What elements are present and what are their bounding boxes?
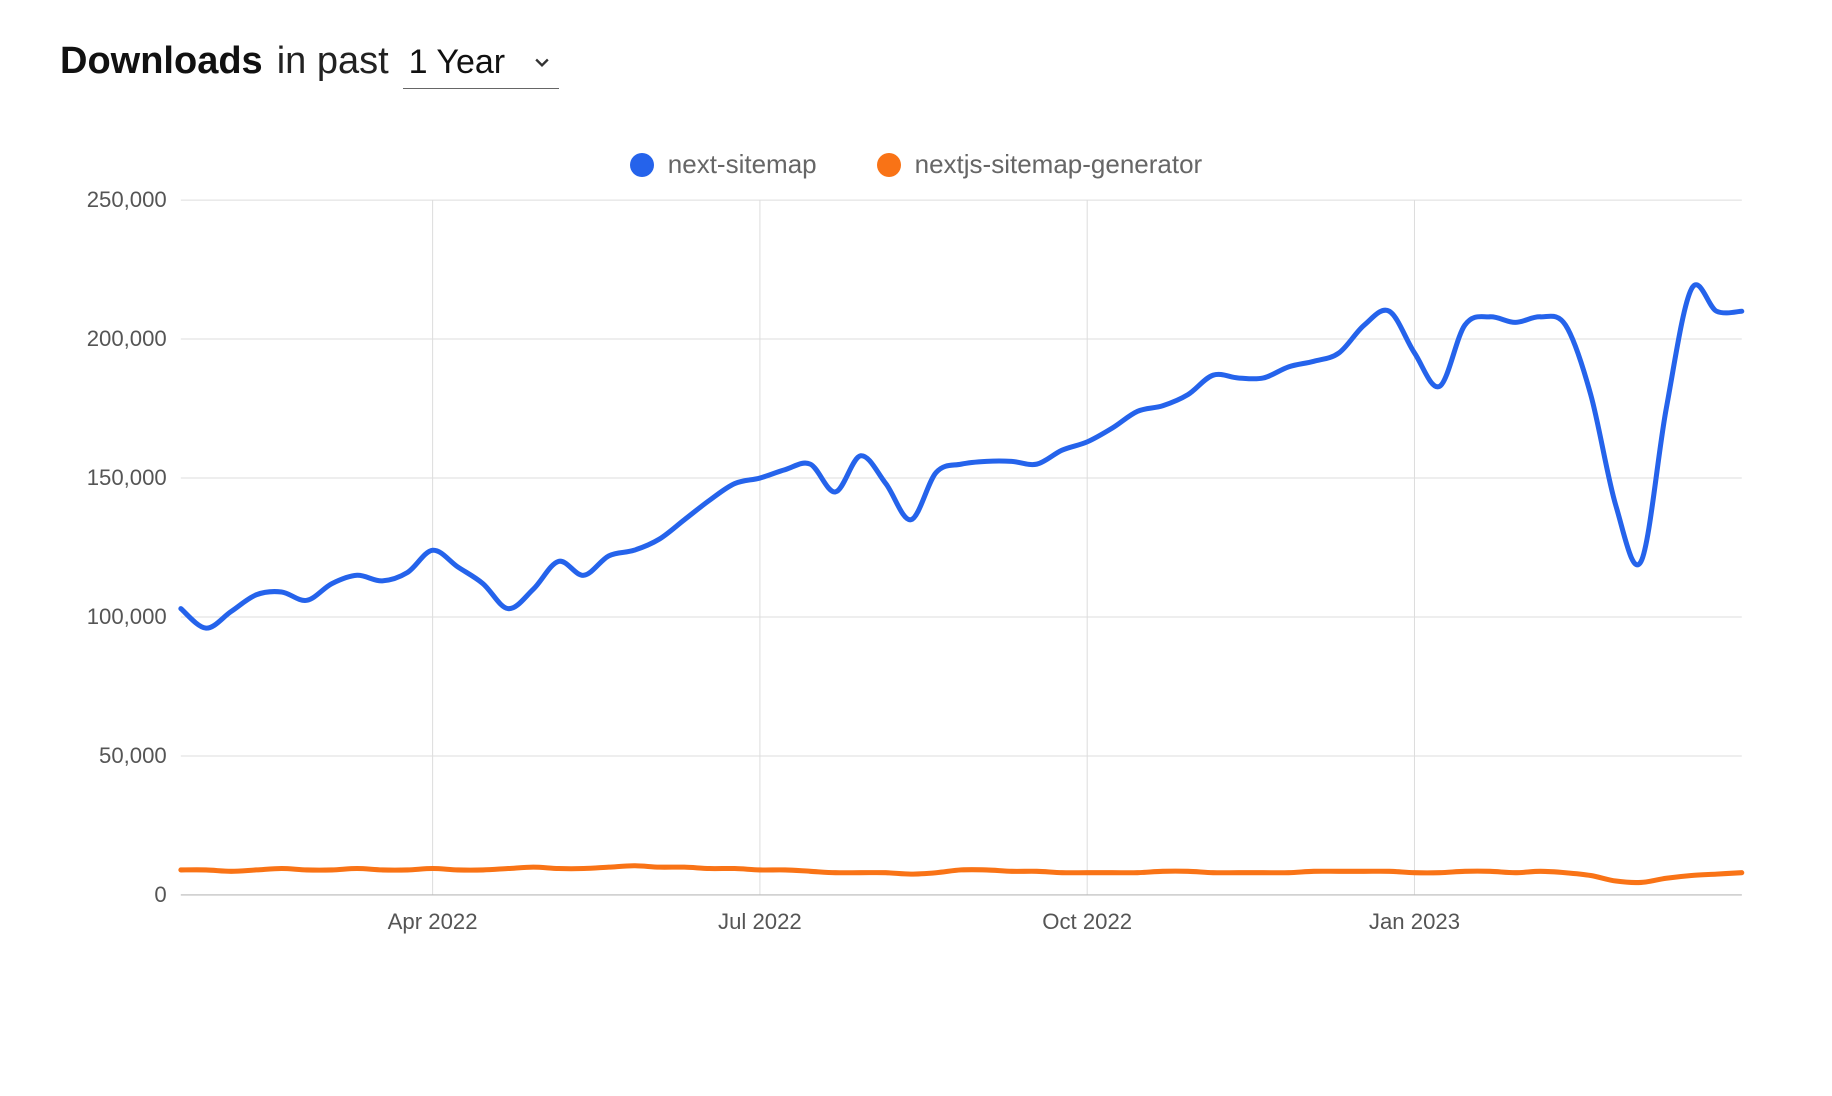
svg-text:0: 0: [154, 882, 166, 907]
svg-text:Apr 2022: Apr 2022: [388, 909, 478, 934]
title-light: in past: [277, 40, 389, 83]
period-select[interactable]: 1 Year: [403, 43, 559, 89]
svg-text:200,000: 200,000: [87, 326, 167, 351]
legend-item-1[interactable]: nextjs-sitemap-generator: [877, 149, 1203, 180]
legend-swatch-0: [630, 153, 654, 177]
series-0: [181, 285, 1742, 628]
chart-svg: 0 50,000 100,000 150,000 200,000 250,000 Apr 2…: [60, 190, 1772, 955]
legend-swatch-1: [877, 153, 901, 177]
legend: next-sitemap nextjs-sitemap-generator: [60, 149, 1772, 180]
svg-text:150,000: 150,000: [87, 465, 167, 490]
svg-text:Oct 2022: Oct 2022: [1042, 909, 1132, 934]
chart-title-row: Downloads in past 1 Year: [60, 40, 1772, 89]
title-bold: Downloads: [60, 40, 263, 83]
svg-text:250,000: 250,000: [87, 190, 167, 212]
svg-text:Jul 2022: Jul 2022: [718, 909, 802, 934]
svg-text:Jan 2023: Jan 2023: [1369, 909, 1460, 934]
svg-text:50,000: 50,000: [99, 743, 167, 768]
period-select-value: 1 Year: [409, 43, 505, 82]
chevron-down-icon: [535, 56, 549, 70]
legend-label-0: next-sitemap: [668, 149, 817, 180]
legend-item-0[interactable]: next-sitemap: [630, 149, 817, 180]
svg-text:100,000: 100,000: [87, 604, 167, 629]
series-1: [181, 866, 1742, 883]
chart: 0 50,000 100,000 150,000 200,000 250,000 Apr 2…: [60, 190, 1772, 955]
legend-label-1: nextjs-sitemap-generator: [915, 149, 1203, 180]
